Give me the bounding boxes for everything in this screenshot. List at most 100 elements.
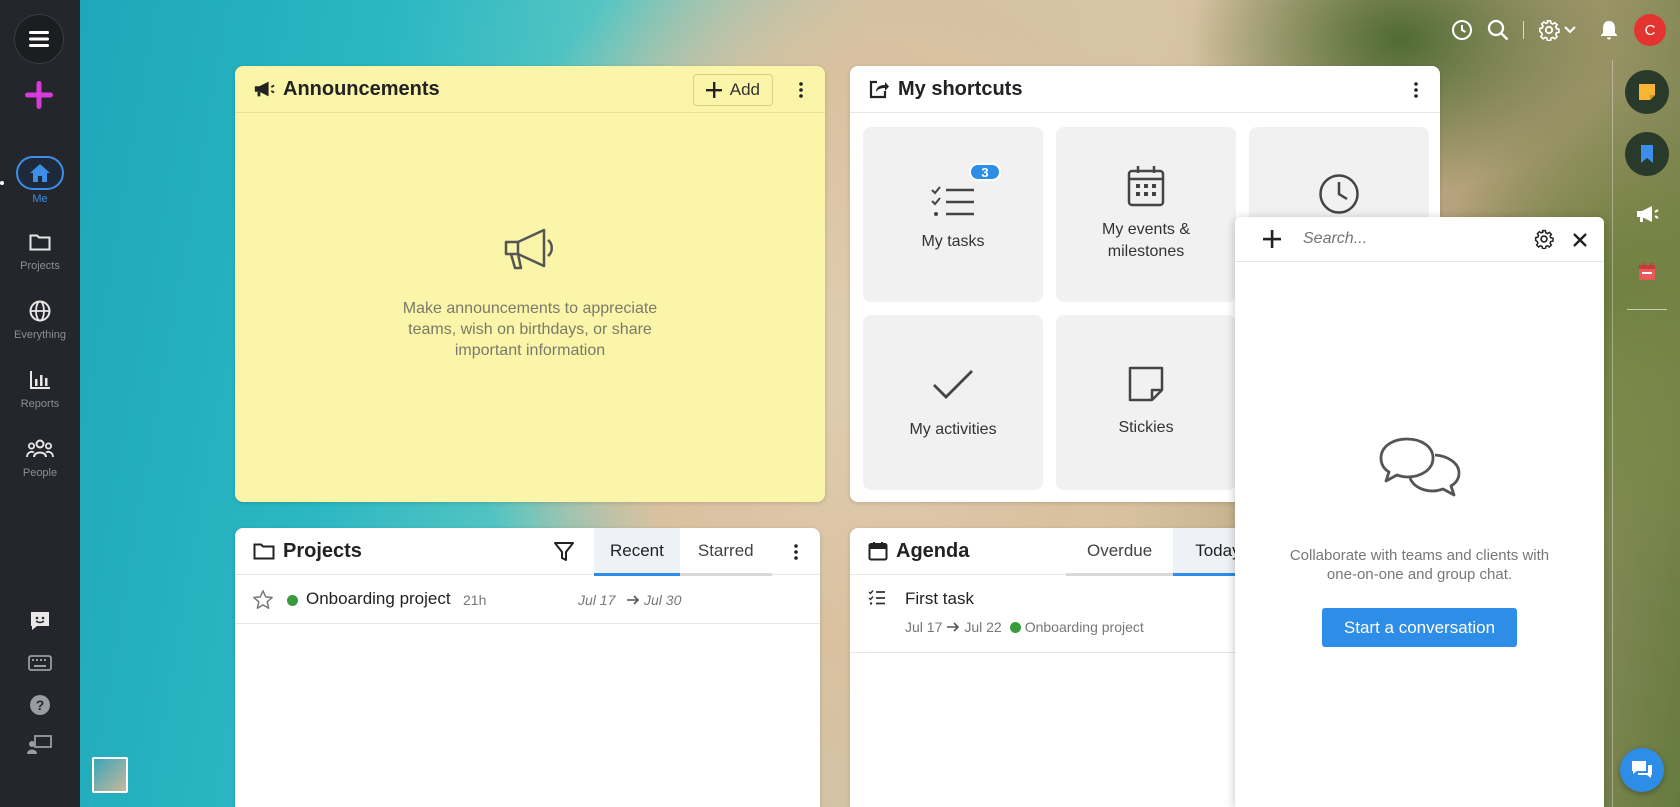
calendar-icon	[868, 542, 888, 561]
projects-header: Projects Recent Starred	[235, 528, 820, 576]
help-button[interactable]: ?	[0, 694, 80, 716]
shortcut-my-events[interactable]: My events & milestones	[1056, 127, 1236, 302]
announcements-header: Announcements Add	[235, 66, 825, 113]
rail-stickies-button[interactable]	[1625, 70, 1669, 114]
add-announcement-button[interactable]: Add	[692, 74, 773, 106]
chat-fab-button[interactable]	[1620, 748, 1664, 792]
megaphone-outline-icon	[504, 228, 553, 270]
shortcuts-header: My shortcuts	[850, 66, 1440, 113]
tile-label: My activities	[909, 421, 997, 438]
agenda-tabs: Overdue Today	[1066, 528, 1263, 576]
rail-divider	[1627, 309, 1667, 310]
bar-chart-icon	[30, 371, 50, 389]
rail-calendar-button[interactable]	[1625, 250, 1669, 294]
avatar[interactable]: C	[1634, 14, 1666, 46]
svg-text:?: ?	[36, 697, 45, 713]
menu-button[interactable]	[14, 14, 64, 64]
project-end-date: Jul 30	[644, 592, 682, 608]
plus-icon[interactable]	[1263, 230, 1281, 248]
toolbar-divider	[1523, 21, 1524, 39]
nav-item-reports[interactable]: Reports	[0, 366, 80, 410]
nav-label-everything: Everything	[14, 329, 66, 341]
plus-icon	[25, 81, 53, 109]
project-age: 21h	[463, 592, 487, 608]
right-rail	[1612, 60, 1680, 807]
nav-item-me[interactable]: Me	[0, 156, 80, 205]
chat-panel: Collaborate with teams and clients with …	[1235, 217, 1604, 807]
chat-search-input[interactable]	[1303, 230, 1503, 248]
project-start-date: Jul 17	[578, 592, 616, 608]
people-icon	[26, 439, 54, 458]
start-conversation-button[interactable]: Start a conversation	[1321, 608, 1518, 647]
shortcuts-more-button[interactable]	[1404, 78, 1428, 102]
chat-empty-state: Collaborate with teams and clients with …	[1235, 435, 1604, 647]
agenda-title: Agenda	[896, 539, 970, 562]
sticky-note-icon	[1128, 366, 1164, 402]
announcements-empty-state: Make announcements to appreciate teams, …	[235, 226, 825, 361]
task-meta: Jul 17 Jul 22 Onboarding project	[905, 619, 1144, 635]
tasks-count-badge: 3	[969, 163, 1001, 181]
folder-icon	[29, 234, 51, 251]
nav-item-projects[interactable]: Projects	[0, 228, 80, 272]
chat-empty-text: Collaborate with teams and clients with …	[1289, 547, 1550, 583]
project-status-dot	[287, 595, 298, 606]
table-row[interactable]: Onboarding project 21h Jul 17 Jul 30	[235, 576, 820, 624]
presentation-button[interactable]	[0, 735, 80, 755]
arrow-right-icon	[947, 622, 960, 632]
tile-label: My tasks	[921, 233, 985, 250]
gear-icon[interactable]	[1534, 229, 1554, 249]
more-vertical-icon	[799, 82, 803, 98]
shortcut-my-tasks[interactable]: 3 My tasks	[863, 127, 1043, 302]
rail-bookmark-button[interactable]	[1625, 132, 1669, 176]
search-icon[interactable]	[1487, 19, 1509, 41]
projects-card: Projects Recent Starred Onboarding proje…	[235, 528, 820, 807]
filter-icon[interactable]	[553, 541, 575, 563]
bell-icon[interactable]	[1598, 19, 1620, 41]
gear-icon	[1539, 20, 1560, 41]
plus-icon	[705, 82, 722, 98]
tab-starred[interactable]: Starred	[679, 528, 772, 576]
left-nav: Me Projects Everything Reports People ?	[0, 0, 80, 807]
announcements-more-button[interactable]	[789, 78, 813, 102]
project-status-dot	[1009, 621, 1021, 633]
help-icon: ?	[30, 695, 50, 715]
chat-header	[1235, 217, 1604, 262]
tab-overdue[interactable]: Overdue	[1066, 528, 1174, 576]
checkmark-icon	[933, 370, 973, 399]
project-name[interactable]: Onboarding project	[306, 589, 451, 609]
task-project-name[interactable]: Onboarding project	[1025, 619, 1144, 635]
rail-announcements-button[interactable]	[1625, 192, 1669, 236]
timer-icon[interactable]	[1451, 19, 1473, 41]
globe-icon	[29, 300, 51, 322]
close-icon[interactable]	[1573, 233, 1587, 247]
projects-more-button[interactable]	[784, 540, 808, 564]
clock-icon	[1319, 174, 1359, 214]
star-outline-icon[interactable]	[252, 589, 274, 611]
bookmark-icon	[1641, 145, 1653, 163]
projects-title: Projects	[283, 539, 362, 562]
nav-label-projects: Projects	[20, 260, 60, 272]
task-list-icon	[868, 590, 885, 605]
nav-item-people[interactable]: People	[0, 435, 80, 479]
task-title[interactable]: First task	[905, 589, 974, 609]
tab-recent[interactable]: Recent	[594, 528, 680, 576]
announcements-title: Announcements	[283, 77, 440, 100]
calendar-icon	[1639, 263, 1655, 280]
sticky-note-icon	[1639, 84, 1655, 100]
feedback-icon	[31, 612, 49, 630]
create-button[interactable]	[22, 78, 56, 112]
calendar-icon	[1127, 166, 1165, 207]
chevron-down-icon	[1564, 26, 1576, 34]
shortcut-stickies[interactable]: Stickies	[1056, 315, 1236, 490]
shortcut-my-activities[interactable]: My activities	[863, 315, 1043, 490]
keyboard-shortcuts-button[interactable]	[0, 655, 80, 671]
feedback-button[interactable]	[0, 610, 80, 632]
nav-label-me: Me	[32, 193, 48, 205]
background-thumbnail[interactable]	[92, 757, 128, 793]
megaphone-icon	[254, 81, 275, 97]
shortcuts-title: My shortcuts	[898, 77, 1023, 100]
megaphone-icon	[1637, 206, 1659, 222]
settings-menu-button[interactable]	[1538, 19, 1576, 41]
task-start-date: Jul 17	[905, 619, 943, 635]
nav-item-everything[interactable]: Everything	[0, 297, 80, 341]
